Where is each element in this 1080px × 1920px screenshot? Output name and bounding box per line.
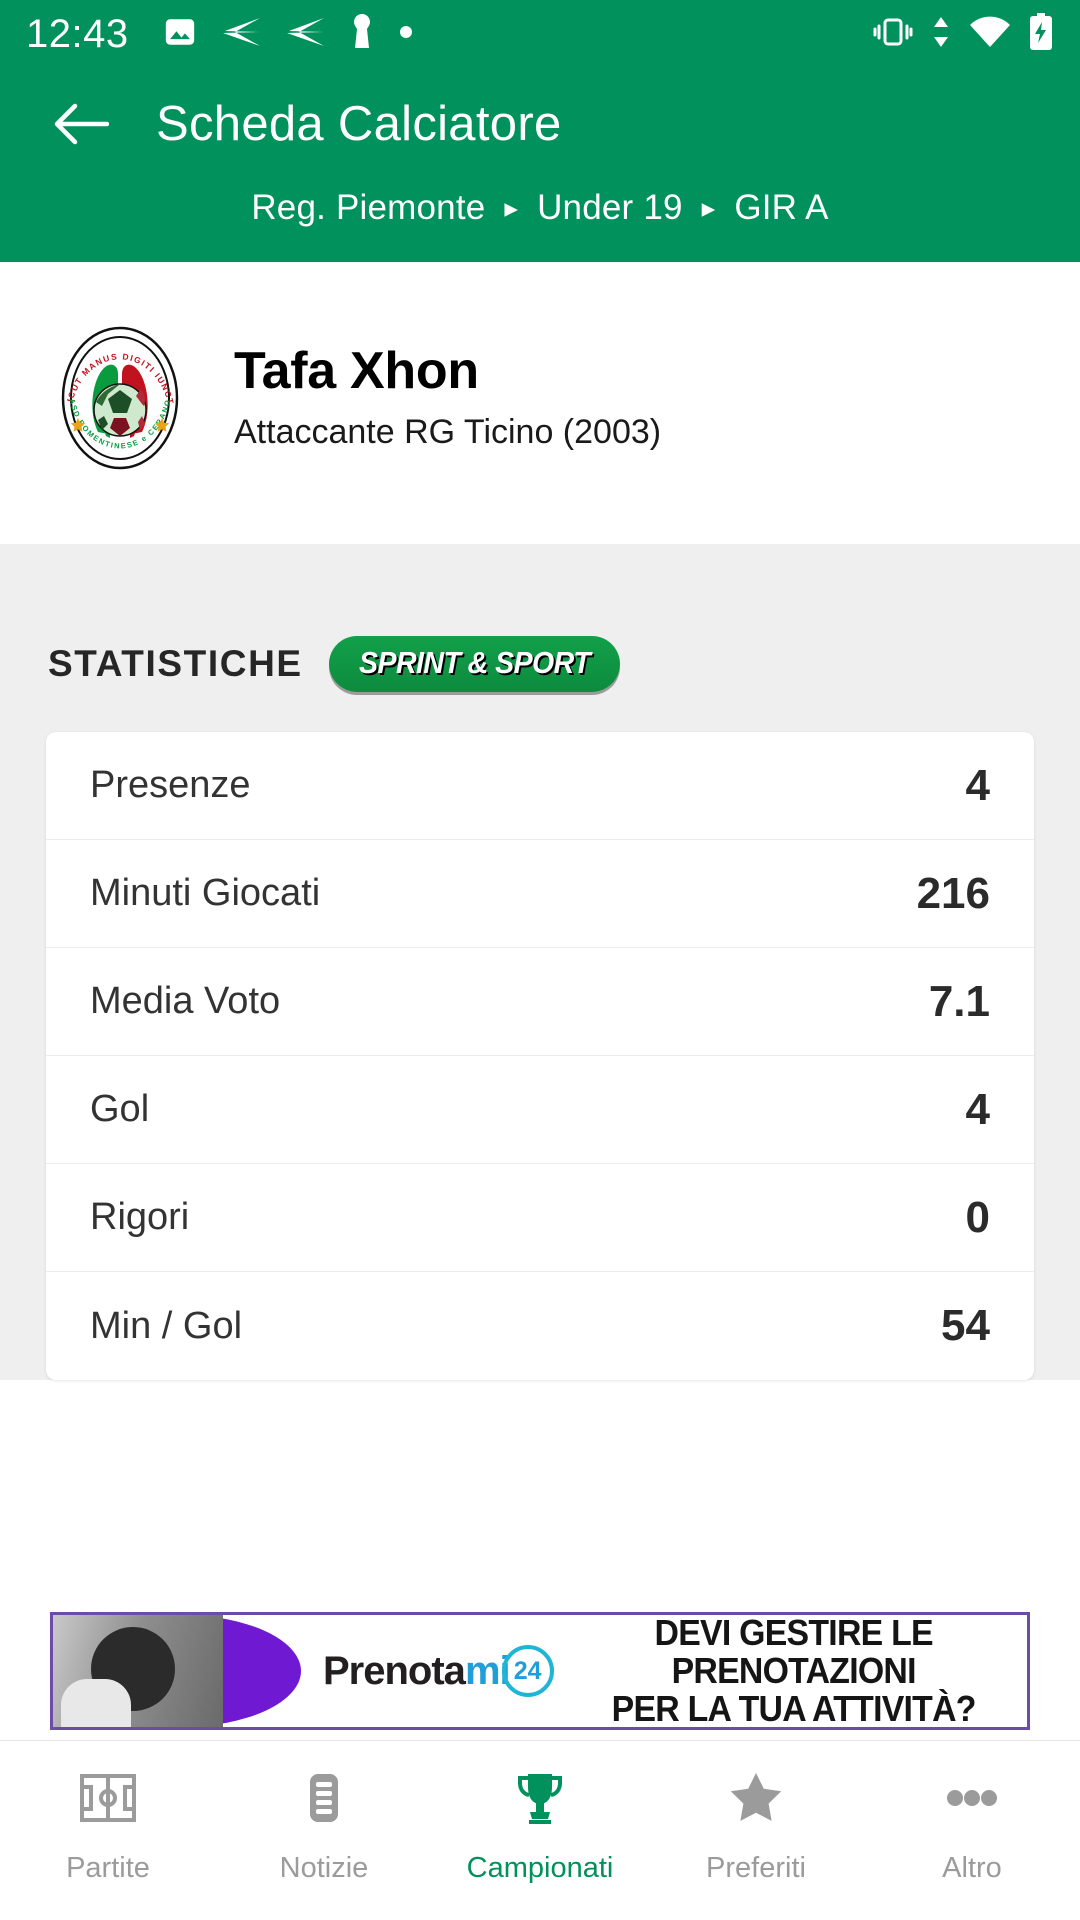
app-root: 12:43 Scheda Calciatore Reg. Piemonte ▸ … — [0, 0, 1080, 1920]
back-button[interactable] — [44, 87, 118, 161]
stat-value: 4 — [965, 760, 990, 810]
ad-copy: DEVI GESTIRE LE PRENOTAZIONI PER LA TUA … — [554, 1612, 1027, 1729]
stat-label: Media Voto — [90, 980, 281, 1022]
nav-item-notizie[interactable]: Notizie — [216, 1767, 432, 1885]
club-crest-icon: SICUT MANUS DIGITI IUNCTI ASD ROMENTINES… — [42, 316, 194, 472]
status-bar-system-icons — [872, 12, 1054, 56]
ad-copy-line-2: PER LA TUA ATTIVITÀ? — [611, 1687, 976, 1729]
player-name: Tafa Xhon — [234, 342, 479, 401]
ad-brand-prefix: Prenota — [323, 1648, 466, 1693]
bottom-navigation: Partite Notizie Campionati Preferiti Alt… — [0, 1740, 1080, 1920]
battery-charging-icon — [1028, 12, 1054, 56]
stat-value: 216 — [916, 868, 990, 918]
vibrate-icon — [872, 15, 914, 54]
image-icon — [163, 15, 197, 54]
ad-photo — [53, 1615, 223, 1727]
stat-label: Min / Gol — [90, 1304, 243, 1347]
stat-label: Presenze — [90, 764, 251, 806]
ad-brand-name: Prenotami — [323, 1648, 511, 1694]
breadcrumb-separator-icon: ▸ — [504, 193, 519, 223]
app-bar: Scheda Calciatore Reg. Piemonte ▸ Under … — [0, 68, 1080, 262]
stat-label: Rigori — [90, 1196, 190, 1238]
stat-value: 54 — [941, 1301, 990, 1350]
status-bar-clock: 12:43 — [26, 11, 129, 56]
nav-item-campionati[interactable]: Campionati — [432, 1767, 648, 1885]
stat-label: Minuti Giocati — [90, 872, 321, 914]
statistics-title: STATISTICHE — [48, 643, 303, 684]
statistics-card: Presenze 4 Minuti Giocati 216 Media Voto… — [46, 732, 1034, 1380]
stat-value: 0 — [965, 1192, 990, 1242]
table-row: Media Voto 7.1 — [46, 948, 1034, 1056]
wifi-icon — [968, 15, 1012, 54]
player-text-block: Tafa Xhon Attaccante RG Ticino (2003) — [234, 344, 661, 452]
table-row: Min / Gol 54 — [46, 1272, 1034, 1380]
nav-label: Preferiti — [706, 1852, 806, 1884]
pitch-icon — [77, 1767, 139, 1834]
breadcrumb-item-region: Reg. Piemonte — [251, 188, 486, 227]
nav-label: Campionati — [466, 1852, 614, 1884]
send-icon — [285, 15, 325, 54]
player-subtitle: Attaccante RG Ticino (2003) — [234, 412, 662, 451]
nav-item-preferiti[interactable]: Preferiti — [648, 1767, 864, 1885]
statistics-section: STATISTICHE SPRINT & SPORT Presenze 4 Mi… — [0, 544, 1080, 1380]
sprint-e-sport-badge[interactable]: SPRINT & SPORT — [328, 636, 620, 692]
nav-label: Notizie — [279, 1852, 369, 1884]
breadcrumb[interactable]: Reg. Piemonte ▸ Under 19 ▸ GIR A — [0, 180, 1080, 228]
status-bar-notification-icons — [163, 13, 413, 56]
breadcrumb-item-group: GIR A — [734, 188, 829, 227]
statistics-header: STATISTICHE SPRINT & SPORT — [0, 544, 1080, 732]
table-row: Presenze 4 — [46, 732, 1034, 840]
stat-value: 7.1 — [928, 976, 990, 1026]
app-bar-row: Scheda Calciatore — [0, 68, 1080, 180]
status-bar: 12:43 — [0, 0, 1080, 68]
nav-label: Altro — [942, 1852, 1002, 1884]
breadcrumb-separator-icon: ▸ — [701, 193, 716, 223]
nav-label: Partite — [66, 1852, 150, 1884]
nav-item-altro[interactable]: Altro — [864, 1767, 1080, 1885]
ad-brand-badge: 24 — [501, 1645, 554, 1697]
table-row: Minuti Giocati 216 — [46, 840, 1034, 948]
trophy-icon — [509, 1767, 571, 1834]
sprint-e-sport-badge-label: SPRINT & SPORT — [358, 645, 591, 680]
stat-value: 4 — [965, 1084, 990, 1134]
ad-brand-logo: Prenotami 24 — [323, 1645, 554, 1697]
ad-banner[interactable]: Prenotami 24 DEVI GESTIRE LE PRENOTAZION… — [50, 1612, 1030, 1730]
more-icon — [941, 1767, 1003, 1834]
stat-label: Gol — [90, 1088, 150, 1130]
key-icon — [349, 13, 375, 56]
data-transfer-icon — [930, 15, 952, 54]
star-icon — [725, 1767, 787, 1834]
page-title: Scheda Calciatore — [156, 97, 562, 151]
dot-icon — [399, 25, 413, 44]
ad-copy-line-1: DEVI GESTIRE LE PRENOTAZIONI — [654, 1612, 933, 1692]
nav-item-partite[interactable]: Partite — [0, 1767, 216, 1885]
table-row: Gol 4 — [46, 1056, 1034, 1164]
table-row: Rigori 0 — [46, 1164, 1034, 1272]
player-header: SICUT MANUS DIGITI IUNCTI ASD ROMENTINES… — [0, 262, 1080, 544]
news-icon — [293, 1767, 355, 1834]
send-icon — [221, 15, 261, 54]
breadcrumb-item-category: Under 19 — [537, 188, 683, 227]
